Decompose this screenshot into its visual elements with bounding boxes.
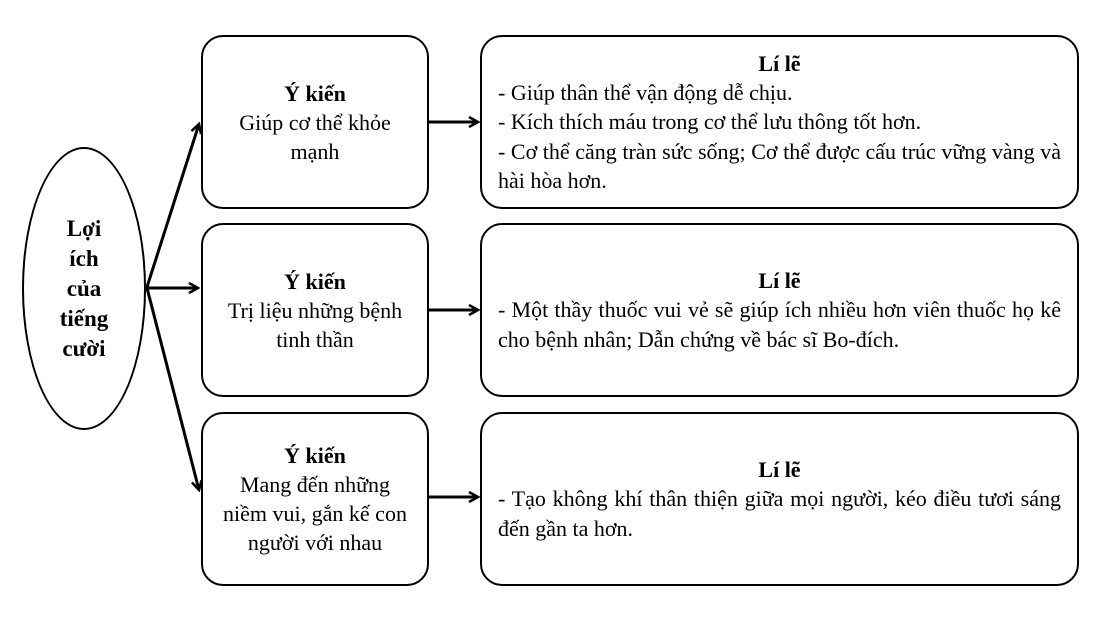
reason-line: - Tạo không khí thân thiện giữa mọi ngườ… xyxy=(498,486,1061,541)
reason-heading: Lí lẽ xyxy=(758,50,801,76)
reason-line: - Một thầy thuốc vui vẻ sẽ giúp ích nhiề… xyxy=(498,297,1061,352)
opinion-box-2: Ý kiến Trị liệu những bệnh tinh thần xyxy=(201,223,429,397)
opinion-heading: Ý kiến xyxy=(284,268,346,294)
opinion-heading: Ý kiến xyxy=(284,443,346,468)
reason-box-3: Lí lẽ - Tạo không khí thân thiện giữa mọ… xyxy=(480,412,1079,586)
reason-line: - Giúp thân thể vận động dễ chịu. xyxy=(498,79,793,105)
opinion-text: Trị liệu những bệnh tinh thần xyxy=(227,297,403,352)
reason-line: - Kích thích máu trong cơ thể lưu thông … xyxy=(498,109,922,134)
opinion-text: Mang đến những niềm vui, gắn kế con ngườ… xyxy=(223,472,407,555)
center-topic-title: Lợi ích của tiếng cười xyxy=(49,214,119,364)
center-line: ích xyxy=(69,245,99,271)
opinion-heading: Ý kiến xyxy=(284,80,346,106)
center-line: Lợi xyxy=(66,215,102,241)
reason-heading: Lí lẽ xyxy=(758,268,801,293)
reason-box-2: Lí lẽ - Một thầy thuốc vui vẻ sẽ giúp íc… xyxy=(480,223,1079,397)
reason-line: - Cơ thể căng tràn sức sống; Cơ thể được… xyxy=(498,138,1061,194)
center-line: cười xyxy=(62,335,106,361)
opinion-box-1: Ý kiến Giúp cơ thể khỏe mạnh xyxy=(201,35,429,209)
opinion-box-3: Ý kiến Mang đến những niềm vui, gắn kế c… xyxy=(201,412,429,586)
center-topic-ellipse: Lợi ích của tiếng cười xyxy=(22,147,146,430)
arrow-center-to-opinion-3 xyxy=(145,287,199,490)
opinion-text: Giúp cơ thể khỏe mạnh xyxy=(239,109,391,164)
center-line: của xyxy=(66,275,102,301)
center-line: tiếng xyxy=(59,305,109,331)
reason-box-1: Lí lẽ - Giúp thân thể vận động dễ chịu. … xyxy=(480,35,1079,209)
arrow-center-to-opinion-1 xyxy=(145,124,199,288)
reason-heading: Lí lẽ xyxy=(758,457,801,482)
